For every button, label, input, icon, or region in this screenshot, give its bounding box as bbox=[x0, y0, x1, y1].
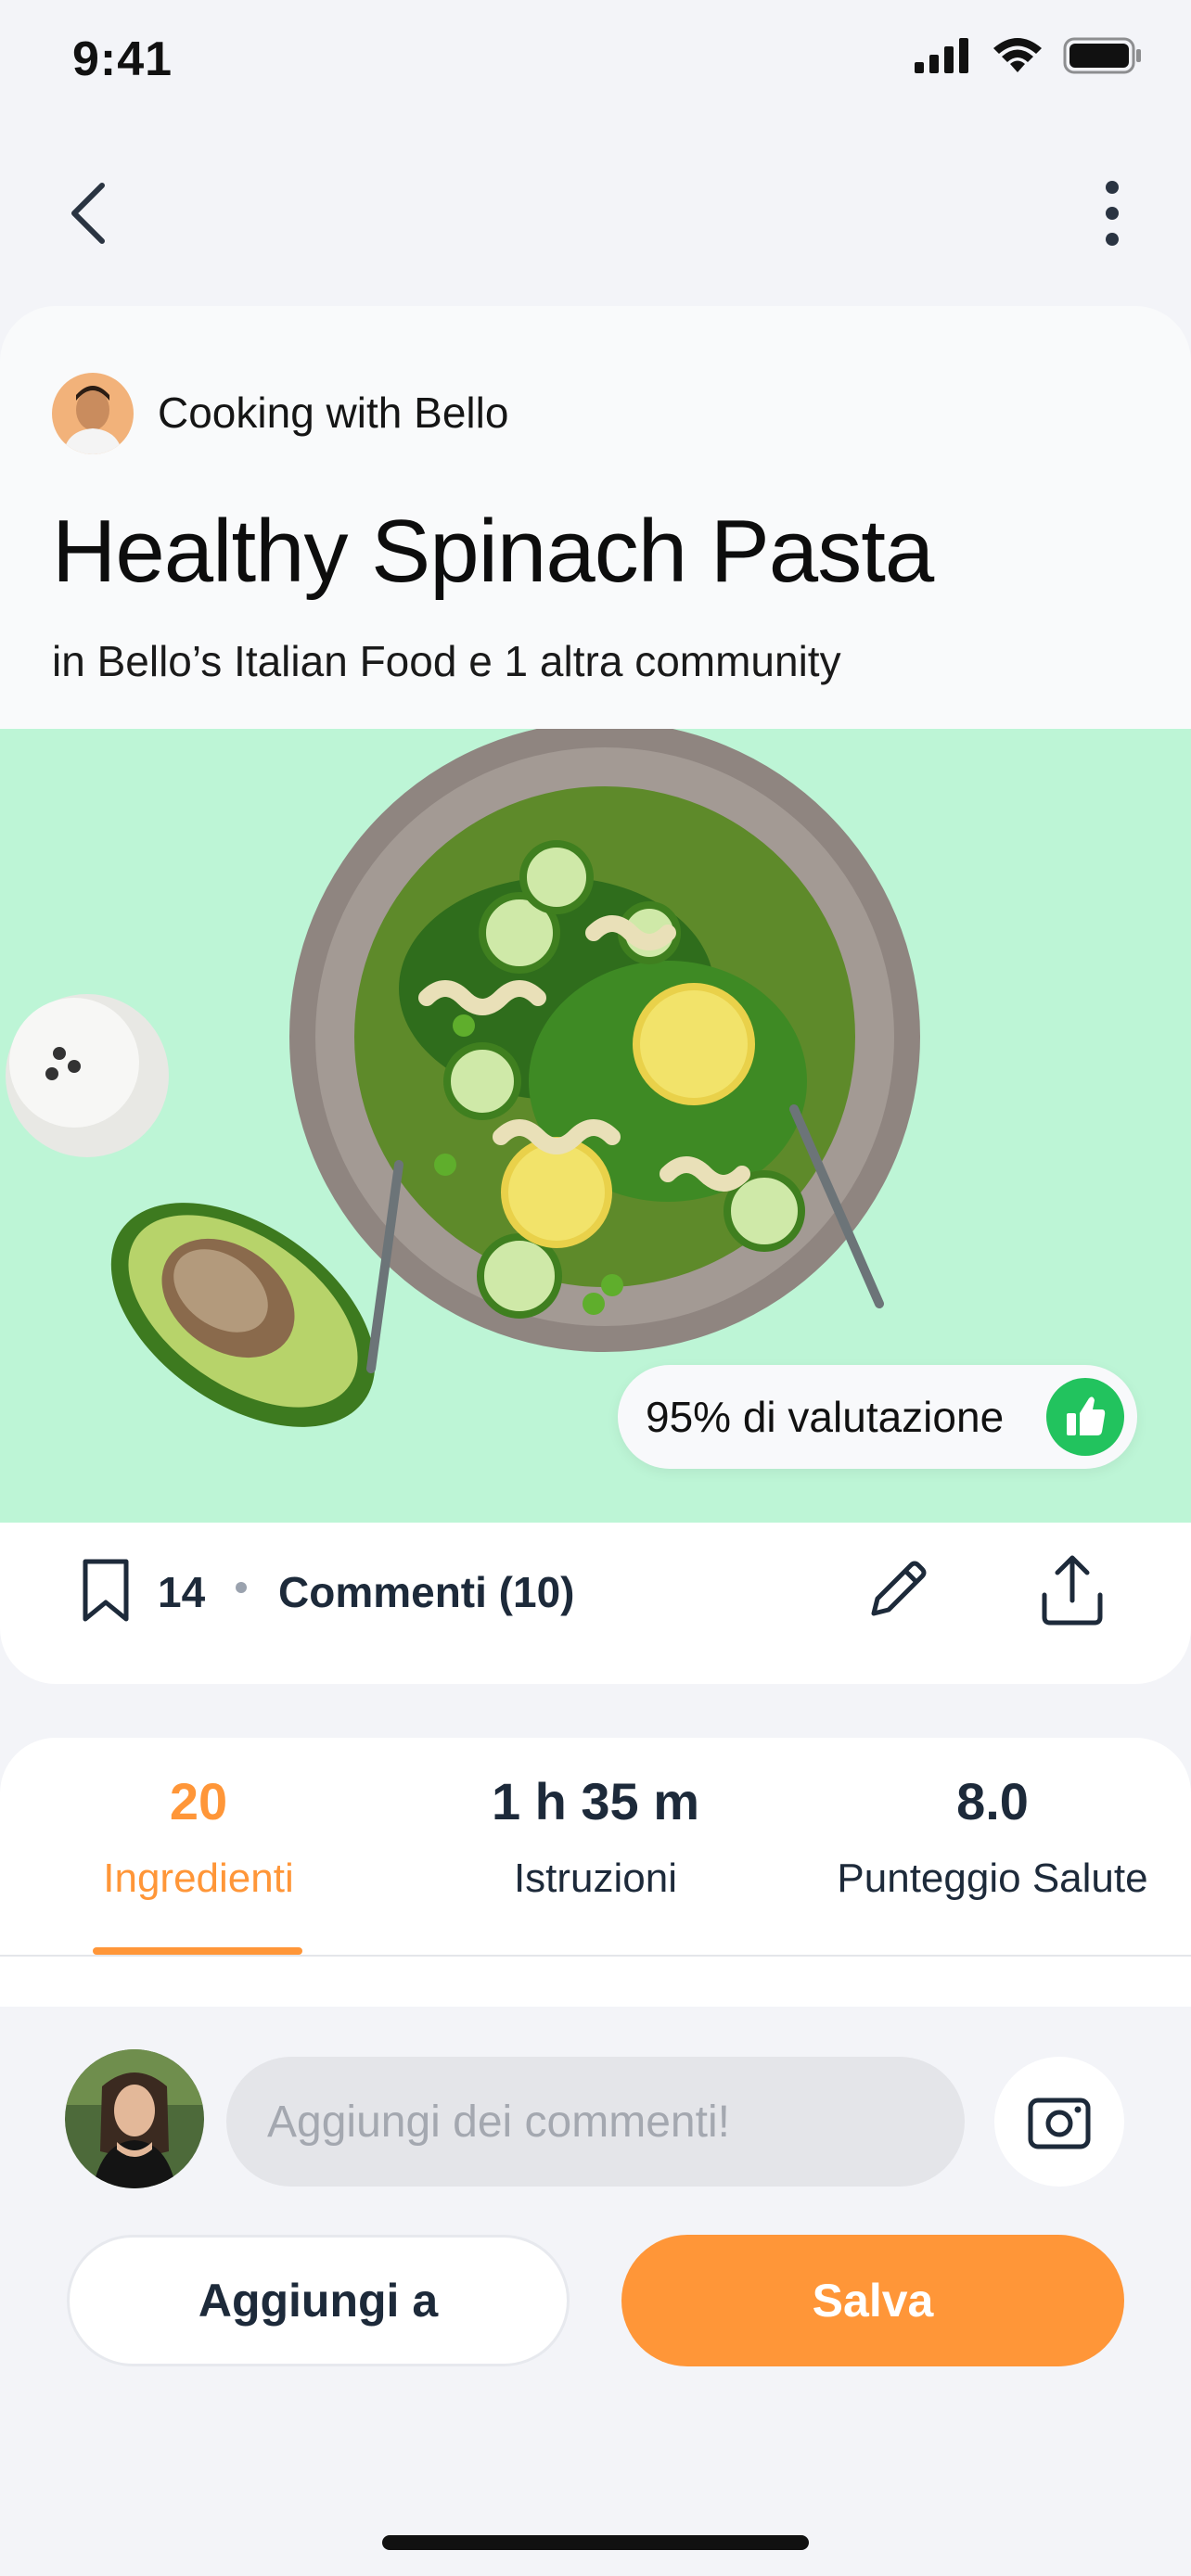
tab-instructions[interactable]: 1 h 35 m Istruzioni bbox=[410, 1771, 781, 1902]
tab-health-score-value: 8.0 bbox=[956, 1772, 1029, 1830]
comments-link[interactable]: Commenti (10) bbox=[278, 1567, 574, 1617]
tab-ingredients[interactable]: 20 Ingredienti bbox=[13, 1771, 384, 1902]
share-icon[interactable] bbox=[1037, 1552, 1108, 1628]
active-tab-indicator bbox=[93, 1947, 302, 1955]
wifi-icon bbox=[993, 38, 1042, 72]
back-icon[interactable] bbox=[56, 176, 121, 250]
more-vertical-icon[interactable] bbox=[1089, 176, 1135, 250]
recipe-title: Healthy Spinach Pasta bbox=[52, 502, 934, 601]
tabs-divider bbox=[0, 1955, 1191, 1957]
recipe-community[interactable]: in Bello’s Italian Food e 1 altra commun… bbox=[52, 636, 841, 686]
comment-input[interactable] bbox=[226, 2057, 965, 2187]
thumbs-up-icon bbox=[1046, 1378, 1124, 1456]
camera-icon bbox=[1028, 2098, 1091, 2149]
rating-badge: 95% di valutazione bbox=[618, 1365, 1137, 1469]
camera-button[interactable] bbox=[994, 2057, 1124, 2187]
tab-health-score[interactable]: 8.0 Punteggio Salute bbox=[807, 1771, 1178, 1902]
tab-instructions-label: Istruzioni bbox=[513, 1855, 678, 1901]
status-icons bbox=[915, 37, 1143, 74]
author-name[interactable]: Cooking with Bello bbox=[158, 388, 508, 438]
signal-icon bbox=[915, 38, 968, 73]
bookmark-count: 14 bbox=[158, 1568, 206, 1616]
edit-icon[interactable] bbox=[863, 1554, 933, 1625]
author-avatar[interactable] bbox=[52, 373, 134, 454]
save-button[interactable]: Salva bbox=[621, 2235, 1124, 2366]
status-time: 9:41 bbox=[72, 32, 173, 86]
add-to-button[interactable]: Aggiungi a bbox=[67, 2235, 570, 2366]
bookmark-icon[interactable] bbox=[80, 1558, 132, 1625]
tab-instructions-value: 1 h 35 m bbox=[491, 1772, 700, 1830]
rating-label: 95% di valutazione bbox=[646, 1393, 1005, 1441]
tab-ingredients-value: 20 bbox=[169, 1772, 228, 1830]
home-indicator[interactable] bbox=[382, 2535, 809, 2550]
tab-health-score-label: Punteggio Salute bbox=[837, 1855, 1148, 1901]
separator-dot bbox=[236, 1582, 247, 1593]
battery-icon bbox=[1063, 37, 1141, 74]
tab-ingredients-label: Ingredienti bbox=[103, 1855, 294, 1901]
user-avatar[interactable] bbox=[65, 2049, 204, 2188]
